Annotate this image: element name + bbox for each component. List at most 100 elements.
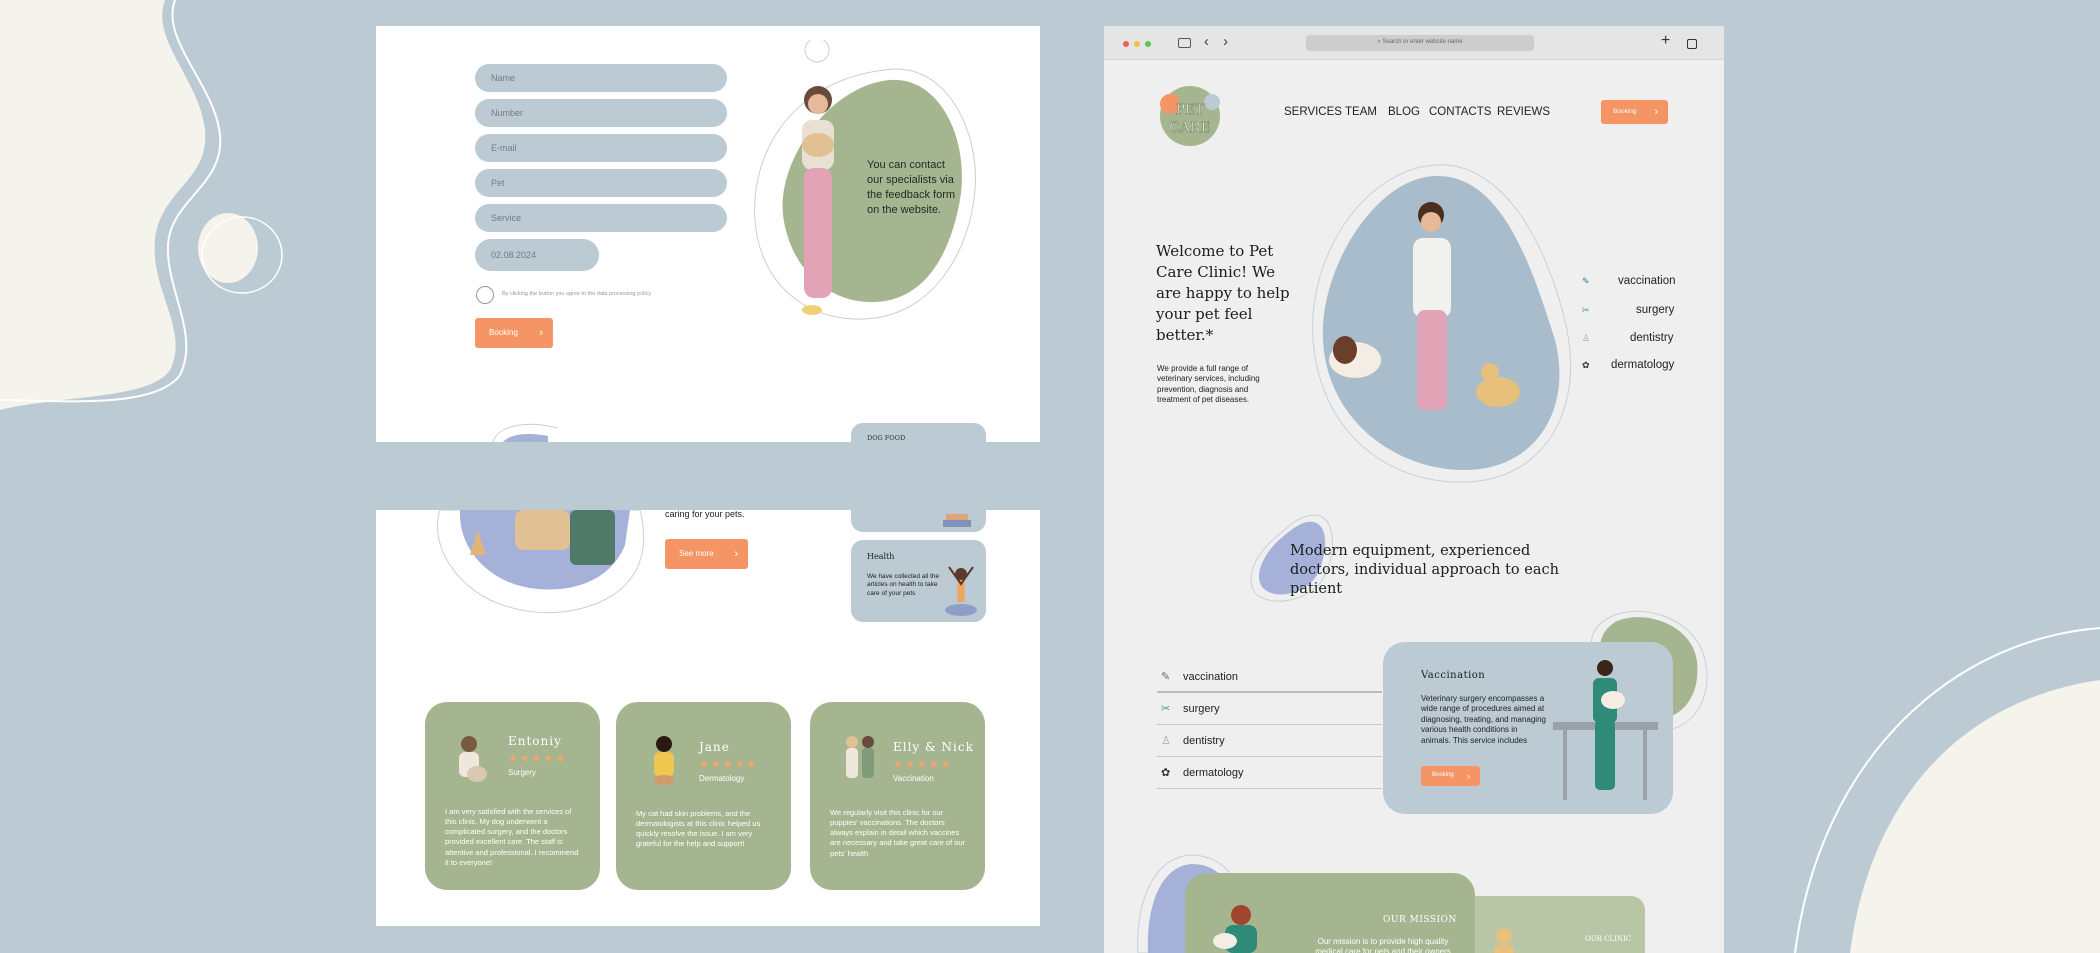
nav-team[interactable]: TEAM [1345, 106, 1377, 118]
address-placeholder: Search or enter website name [1382, 39, 1463, 45]
tab-label: dermatology [1183, 767, 1244, 779]
mission-card: OUR MISSION Our mission is to provide hi… [1185, 873, 1475, 953]
pet-field[interactable]: Pet [475, 169, 727, 197]
svg-text:PET: PET [1176, 102, 1206, 118]
tab-label: surgery [1183, 703, 1220, 715]
pet-illustration-blob [436, 510, 645, 614]
date-field[interactable]: 02.08.2024 [475, 239, 599, 271]
service-field[interactable]: Service [475, 204, 727, 232]
tabs-overview-icon[interactable] [1687, 39, 1697, 49]
minimize-window-icon[interactable] [1134, 41, 1140, 47]
vaccination-card-title: Vaccination [1421, 670, 1486, 681]
nav-blog[interactable]: BLOG [1388, 106, 1420, 118]
review-text: My cat had skin problems, and the dermat… [636, 809, 761, 849]
svg-text:CARE: CARE [1169, 120, 1211, 136]
service-dentistry[interactable]: dentistry [1630, 332, 1673, 344]
reviewer-name: Elly & Nick [893, 740, 974, 754]
rating-stars: ★★★★★ [508, 753, 568, 765]
sidebar-toggle-icon[interactable] [1178, 38, 1191, 48]
tab-surgery[interactable]: ✂ surgery [1157, 693, 1382, 725]
vet-surgeon-illustration [1553, 660, 1658, 800]
chevron-right-icon: › [1467, 771, 1470, 781]
rating-stars: ★★★★★ [893, 759, 953, 771]
maximize-window-icon[interactable] [1145, 41, 1151, 47]
health-title: Health [867, 552, 895, 561]
syringe-icon: ✎ [1582, 276, 1590, 286]
vaccination-booking-button[interactable]: Booking › [1421, 766, 1480, 786]
number-field[interactable]: Number [475, 99, 727, 127]
mission-title: OUR MISSION [1383, 915, 1457, 925]
scalpel-icon: ✂ [1161, 703, 1171, 715]
review-text: We regularly visit this clinic for our p… [830, 808, 966, 858]
nav-contacts[interactable]: CONTACTS [1429, 106, 1491, 118]
blob-outline [492, 423, 559, 442]
hero-text: We provide a full range of veterinary se… [1157, 364, 1260, 405]
consent-text: By clicking the button you agree to the … [502, 291, 652, 297]
service-vaccination[interactable]: vaccination [1618, 275, 1676, 287]
tab-dermatology[interactable]: ✿ dermatology [1157, 757, 1382, 789]
paw-icon: ✿ [1161, 767, 1171, 779]
yoga-woman-illustration [945, 566, 977, 616]
tab-dentistry[interactable]: ♙ dentistry [1157, 725, 1382, 757]
contact-callout: You can contact our specialists via the … [867, 159, 956, 216]
service-dermatology[interactable]: dermatology [1611, 359, 1674, 371]
back-icon[interactable]: ‹ [1204, 33, 1209, 50]
booking-label: Booking [1613, 108, 1637, 115]
reviewer-avatar-elly-nick [846, 736, 874, 778]
see-more-label: See more [679, 549, 714, 558]
dog-illustration [1494, 928, 1514, 953]
consent-checkbox[interactable] [476, 286, 494, 304]
booking-label: Booking [1432, 772, 1454, 778]
header-booking-button[interactable]: Booking › [1601, 100, 1668, 124]
tab-label: dentistry [1183, 735, 1225, 747]
browser-toolbar: ‹ › ⌕ Search or enter website name + [1104, 26, 1724, 60]
vet-with-dog-illustration [1213, 905, 1257, 953]
address-bar[interactable]: ⌕ Search or enter website name [1306, 35, 1534, 51]
clinic-title: OUR CLINIC [1585, 935, 1632, 943]
caring-text: caring for your pets. [665, 509, 745, 519]
form-booking-button[interactable]: Booking › [475, 318, 553, 348]
forward-icon[interactable]: › [1223, 33, 1228, 50]
close-window-icon[interactable] [1123, 41, 1129, 47]
service-surgery[interactable]: surgery [1636, 304, 1674, 316]
review-service: Vaccination [893, 774, 934, 783]
review-service: Dermatology [699, 774, 745, 783]
reviewer-name: Jane [699, 740, 730, 754]
books-icon [943, 514, 971, 527]
reviewer-avatar-jane [654, 736, 674, 785]
health-card[interactable]: Health We have collected all the article… [851, 540, 986, 622]
nav-services[interactable]: SERVICES [1284, 106, 1342, 118]
tab-vaccination[interactable]: ✎ vaccination [1157, 661, 1382, 693]
review-card-jane: Jane ★★★★★ Dermatology My cat had skin p… [616, 702, 791, 890]
nav-reviews[interactable]: REVIEWS [1497, 106, 1550, 118]
review-text: I am very satisfied with the services of… [445, 807, 579, 867]
dog-food-card[interactable]: DOG FOOD [851, 423, 986, 442]
mission-text: Our mission is to provide high quality m… [1315, 937, 1451, 953]
syringe-icon: ✎ [1161, 671, 1171, 683]
chevron-right-icon: › [539, 327, 543, 339]
vaccination-card-text: Veterinary surgery encompasses a wide ra… [1421, 694, 1546, 745]
name-field[interactable]: Name [475, 64, 727, 92]
tagline: Modern equipment, experienced doctors, i… [1290, 543, 1559, 597]
review-card-elly-nick: Elly & Nick ★★★★★ Vaccination We regular… [810, 702, 985, 890]
new-tab-icon[interactable]: + [1661, 32, 1670, 50]
tab-label: vaccination [1183, 671, 1239, 683]
hero-title: Welcome to Pet Care Clinic! We are happy… [1156, 242, 1290, 344]
email-field[interactable]: E-mail [475, 134, 727, 162]
tooth-icon: ♙ [1582, 333, 1591, 343]
background-decoration [0, 0, 2100, 953]
dog-food-title: DOG FOOD [867, 434, 906, 442]
paw-icon: ✿ [1582, 360, 1590, 370]
clinic-card: OUR CLINIC [1475, 896, 1645, 953]
dog-food-card-bottom[interactable] [851, 510, 986, 532]
reviewer-name: Entoniy [508, 734, 562, 748]
booking-label: Booking [489, 328, 518, 337]
scalpel-icon: ✂ [1582, 305, 1590, 315]
review-service: Surgery [508, 768, 537, 777]
chevron-right-icon: › [734, 548, 738, 560]
see-more-button[interactable]: See more › [665, 539, 748, 569]
vaccination-card: Vaccination Veterinary surgery encompass… [1383, 642, 1673, 814]
girl-with-dog-illustration [802, 86, 834, 315]
health-text: We have collected all the articles on he… [867, 573, 940, 597]
pet-care-logo: PET CARE [1160, 86, 1220, 146]
